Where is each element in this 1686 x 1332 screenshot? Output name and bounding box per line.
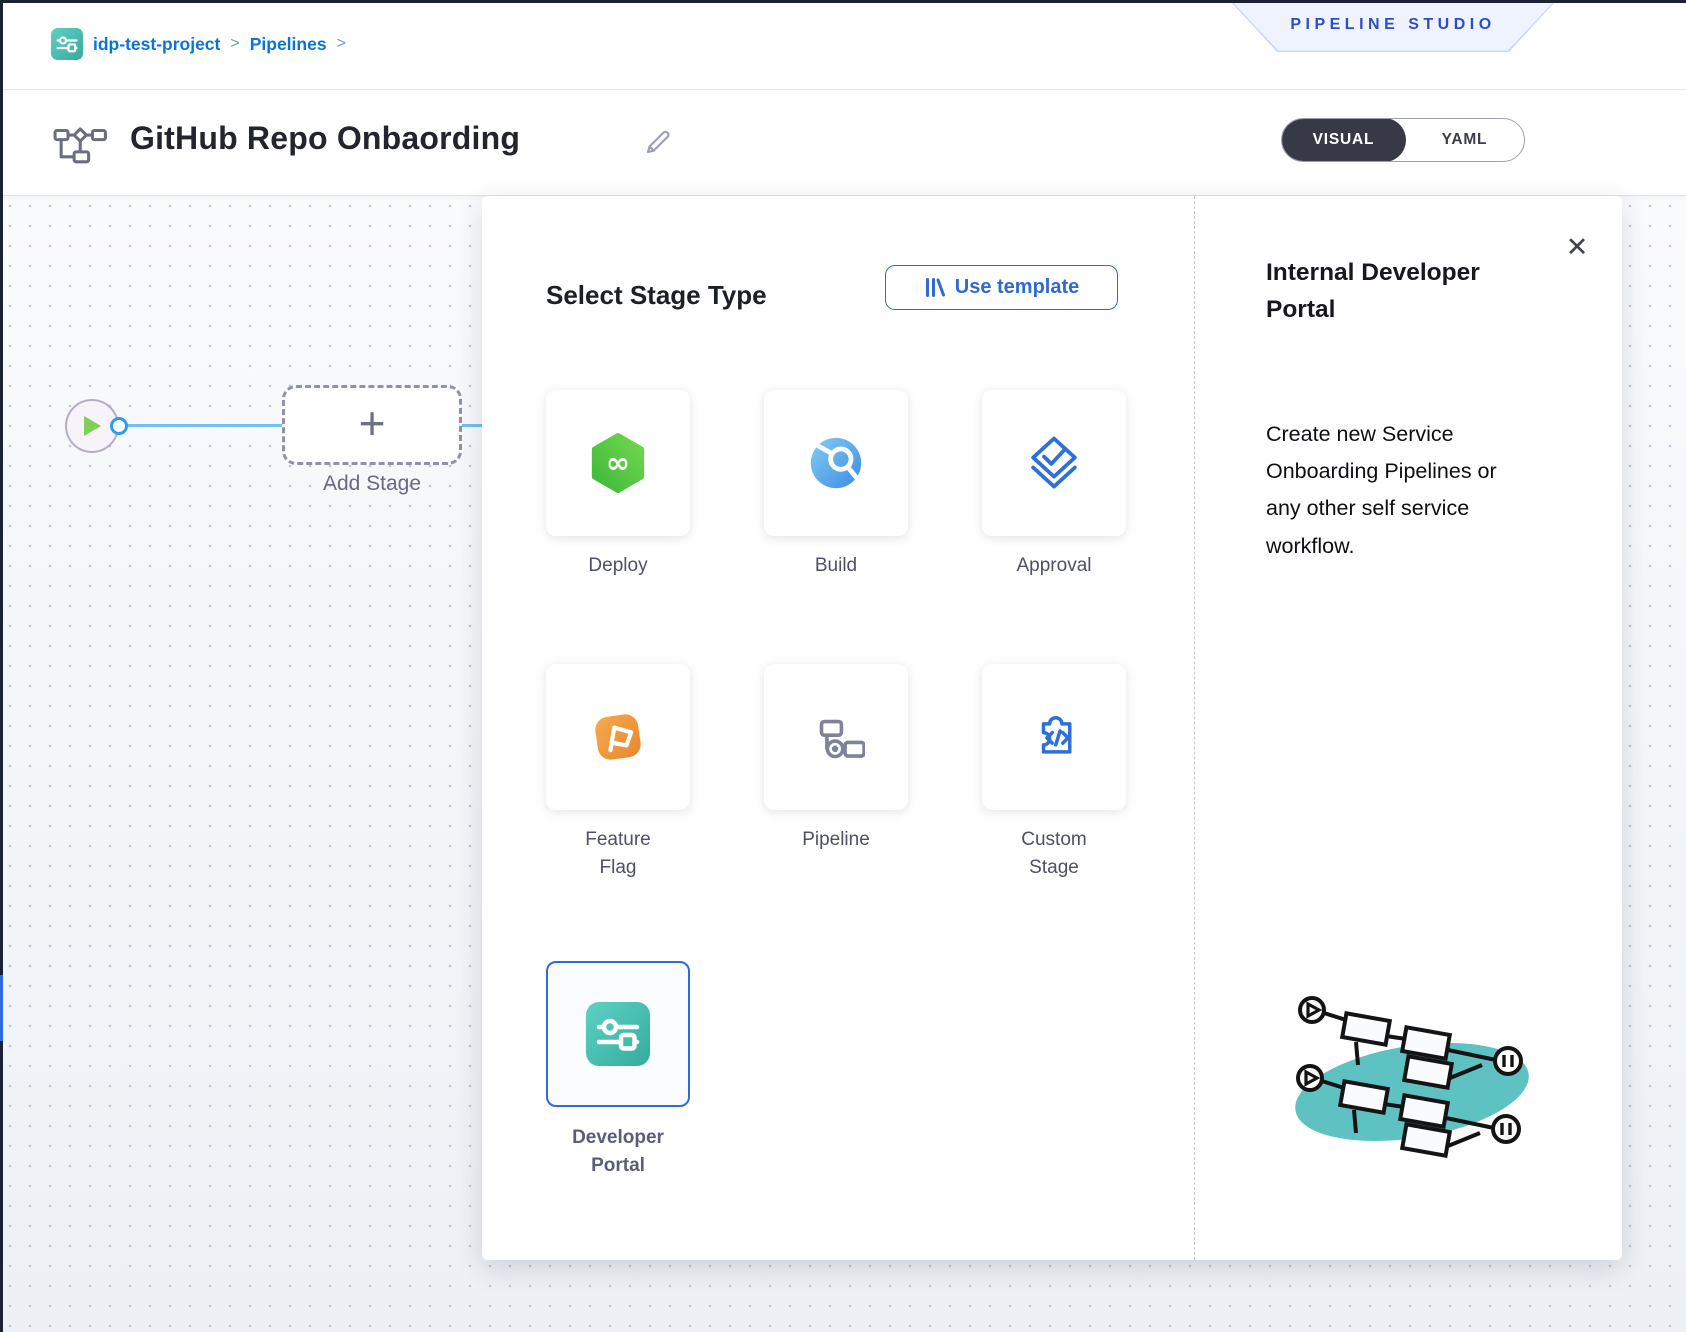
breadcrumb-project[interactable]: idp-test-project (93, 34, 220, 55)
use-template-label: Use template (955, 276, 1080, 299)
stage-card-developer-portal[interactable] (546, 961, 690, 1107)
stage-label-build: Build (764, 552, 908, 580)
modal-title: Select Stage Type (546, 280, 767, 311)
add-stage-label: Add Stage (282, 472, 462, 496)
pipeline-studio-app: idp-test-project > Pipelines > PIPELINE … (0, 0, 1686, 1332)
plus-icon: + (359, 400, 386, 446)
approval-icon (1025, 434, 1083, 492)
stage-label-developer-portal: Developer Portal (546, 1124, 690, 1179)
visual-yaml-toggle: VISUAL YAML (1281, 118, 1525, 162)
add-stage-node[interactable]: + (282, 385, 462, 465)
close-icon[interactable]: ✕ (1560, 230, 1594, 264)
window-top-edge (0, 0, 1686, 3)
stage-card-pipeline[interactable] (764, 664, 908, 810)
panel-divider (1194, 196, 1195, 1260)
left-scroll-indicator[interactable] (0, 975, 3, 1041)
select-stage-modal: Select Stage Type Use template ∞ (482, 196, 1622, 1260)
deploy-icon: ∞ (587, 432, 649, 494)
build-icon (805, 432, 867, 494)
connector-port[interactable] (110, 417, 128, 435)
pipeline-studio-badge-label: PIPELINE STUDIO (1290, 16, 1495, 38)
project-icon (51, 28, 83, 60)
stage-label-pipeline: Pipeline (764, 826, 908, 854)
tab-yaml[interactable]: YAML (1405, 119, 1524, 161)
tab-visual[interactable]: VISUAL (1281, 118, 1406, 162)
pipeline-stage-icon (807, 708, 865, 766)
pipeline-icon (52, 122, 110, 168)
panel-description: Create new Service Onboarding Pipelines … (1266, 416, 1500, 565)
breadcrumb-chevron-icon: > (230, 35, 239, 53)
stage-card-feature-flag[interactable] (546, 664, 690, 810)
window-left-edge (0, 0, 3, 1332)
pipeline-studio-badge: PIPELINE STUDIO (1232, 3, 1554, 52)
stage-label-deploy: Deploy (546, 552, 690, 580)
page-title: GitHub Repo Onbaording (130, 120, 520, 157)
feature-flag-icon (588, 707, 648, 767)
panel-heading: Internal Developer Portal (1266, 254, 1518, 328)
stage-label-feature-flag: Feature Flag (546, 826, 690, 881)
template-library-icon (924, 277, 946, 298)
stage-label-custom: Custom Stage (982, 826, 1126, 881)
stage-card-approval[interactable] (982, 390, 1126, 536)
developer-portal-icon (586, 1002, 650, 1066)
stage-card-custom[interactable] (982, 664, 1126, 810)
custom-stage-icon (1026, 709, 1082, 765)
pipelines-illustration (1260, 950, 1590, 1190)
edit-pencil-icon[interactable] (642, 126, 674, 158)
breadcrumb-chevron-icon: > (337, 35, 346, 53)
svg-text:∞: ∞ (606, 446, 630, 480)
breadcrumb-pipelines[interactable]: Pipelines (250, 34, 327, 55)
stage-card-deploy[interactable]: ∞ (546, 390, 690, 536)
use-template-button[interactable]: Use template (885, 265, 1118, 310)
stage-card-build[interactable] (764, 390, 908, 536)
breadcrumb: idp-test-project > Pipelines > (51, 28, 346, 60)
play-icon (81, 414, 103, 438)
stage-label-approval: Approval (982, 552, 1126, 580)
